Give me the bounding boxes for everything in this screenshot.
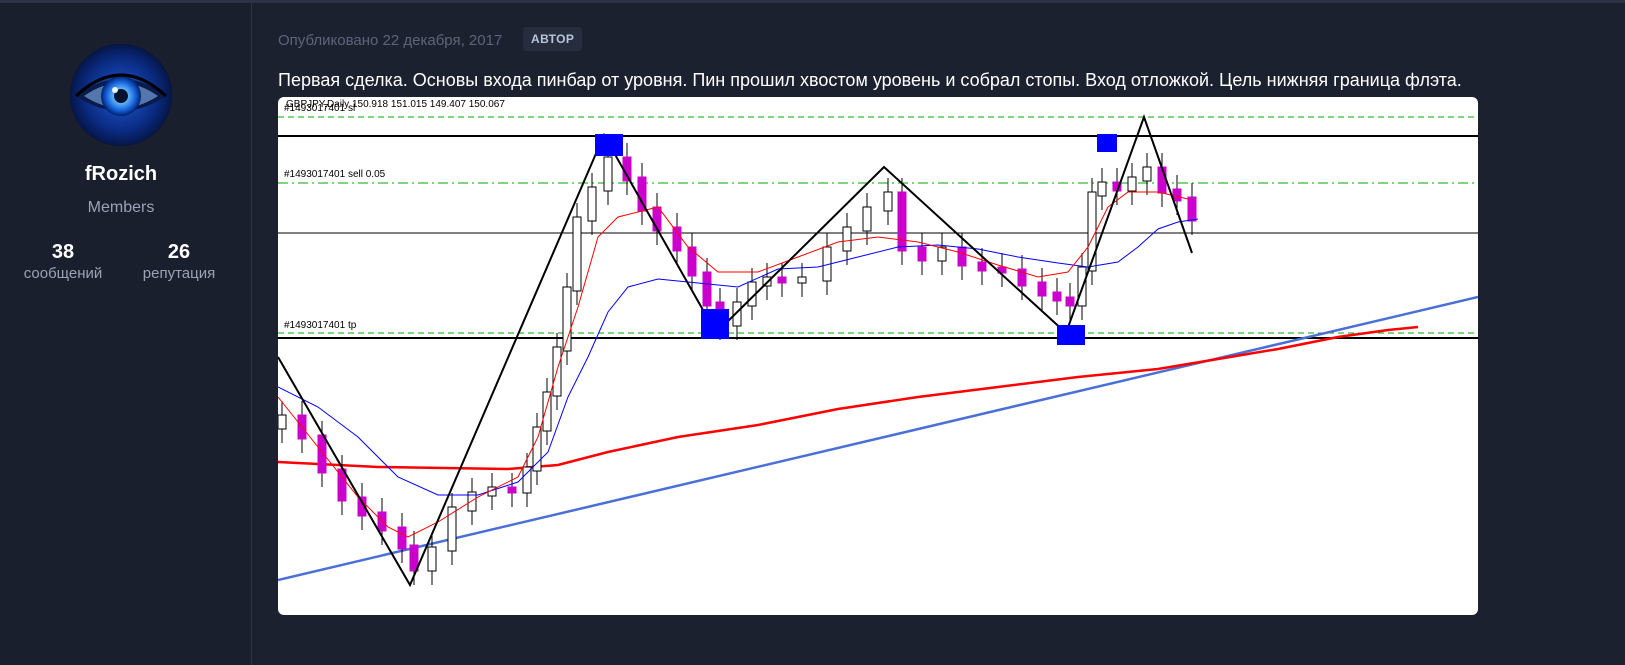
tp-label: #1493017401 tp (284, 320, 357, 331)
candle-body (572, 216, 582, 292)
candle-body (777, 276, 787, 284)
candle-body (917, 246, 927, 262)
pivot-marker-low-1 (701, 309, 729, 339)
candle-body (672, 226, 682, 252)
candle-body (317, 434, 327, 474)
candle-body (507, 486, 517, 494)
stat-posts-value: 38 (51, 241, 75, 263)
candle-body (1037, 281, 1047, 297)
stat-posts: 38 сообщений (8, 240, 118, 284)
avatar[interactable] (70, 44, 172, 146)
author-group: Members (87, 199, 155, 216)
sl-label: #1493017401 sl (284, 103, 355, 114)
eye-icon (70, 44, 172, 146)
stat-reputation-label: репутация (142, 265, 216, 282)
fast-ma (278, 191, 1189, 538)
price-chart: GBPJPY,Daily 150.918 151.015 149.407 150… (278, 99, 1478, 588)
stat-reputation: 26 репутация (124, 240, 234, 284)
author-badge: АВТОР (523, 27, 583, 51)
candle-body (797, 276, 807, 284)
candle-body (702, 271, 712, 307)
stat-posts-label: сообщений (23, 265, 103, 282)
stat-reputation-value: 26 (167, 241, 191, 263)
candle-body (1052, 291, 1062, 302)
zigzag (278, 114, 1193, 588)
chart-screenshot[interactable]: GBPJPY,Daily 150.918 151.015 149.407 150… (278, 97, 1478, 615)
candle-body (1172, 188, 1182, 202)
candle-body (587, 186, 597, 222)
candle-body (542, 391, 552, 432)
author-panel: fRozich Members 38 сообщений 26 репутаци… (0, 3, 252, 665)
candle-body (603, 156, 613, 192)
author-name[interactable]: fRozich (0, 163, 242, 186)
candle-body (278, 414, 287, 430)
candles (278, 143, 1197, 585)
candle-body (977, 261, 987, 272)
sell-label: #1493017401 sell 0.05 (284, 169, 386, 180)
candle-body (842, 226, 852, 252)
candle-body (1097, 181, 1107, 197)
candle-body (957, 246, 967, 267)
pivot-marker-low-2 (1057, 325, 1085, 345)
candle-body (397, 526, 407, 550)
candle-body (427, 546, 437, 572)
candle-body (687, 246, 697, 277)
pivot-marker-high-1 (595, 134, 623, 156)
candle-body (883, 191, 893, 212)
post-date[interactable]: Опубликовано 22 декабря, 2017 (278, 32, 502, 49)
pivot-marker-high-2 (1097, 134, 1117, 152)
candle-body (1187, 196, 1197, 222)
trendline (278, 295, 1478, 582)
post-text: Первая сделка. Основы входа пинбар от ур… (278, 70, 1462, 90)
mid-ma (278, 218, 1199, 496)
candle-body (897, 191, 907, 252)
candle-body (1065, 296, 1075, 307)
candle-body (1142, 166, 1152, 182)
slow-ma (278, 325, 1419, 471)
candle-body (862, 206, 872, 232)
candle-body (532, 426, 542, 472)
candle-body (1127, 176, 1137, 192)
